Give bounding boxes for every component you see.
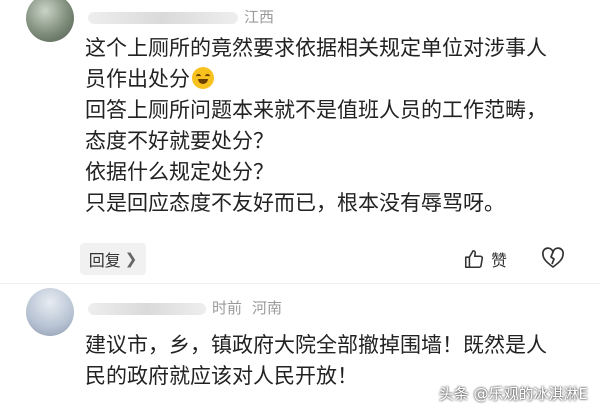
comment-line: 回答上厕所问题本来就不是值班人员的工作范畴， <box>85 98 547 122</box>
comment-line: 员作出处分 <box>85 64 585 95</box>
like-button[interactable]: 赞 <box>463 247 507 271</box>
comment-line: 这个上厕所的竟然要求依据相关规定单位对涉事人 <box>85 36 547 60</box>
comment-line: 只是回应态度不友好而已，根本没有辱骂呀。 <box>85 191 505 215</box>
comment-meta: 江西 <box>88 6 274 27</box>
broken-heart-icon <box>542 247 564 268</box>
avatar[interactable] <box>26 0 74 42</box>
reply-label: 回复 <box>88 251 121 270</box>
chevron-right-icon: ❯ <box>124 250 138 268</box>
reply-button[interactable]: 回复 ❯ <box>80 243 146 275</box>
time-label: 时前 <box>212 299 243 317</box>
comment-line: 依据什么规定处分？ <box>85 160 274 184</box>
comment-divider <box>0 283 600 284</box>
comment-text: 这个上厕所的竟然要求依据相关规定单位对涉事人 员作出处分 回答上厕所问题本来就不… <box>85 33 585 219</box>
location-label: 江西 <box>244 8 275 26</box>
location-label: 河南 <box>252 299 283 317</box>
comment-meta: 时前 河南 <box>88 297 282 318</box>
username-blurred <box>88 302 206 315</box>
dislike-button[interactable] <box>541 247 565 273</box>
comment-line: 建议市，乡，镇政府大院全部撤掉围墙！既然是人 <box>85 333 547 357</box>
comment-line: 态度不好就要处分？ <box>85 129 274 153</box>
like-label: 赞 <box>491 251 508 270</box>
username-blurred <box>88 11 238 24</box>
watermark: 头条 @乐观的冰淇淋E <box>438 385 588 403</box>
avatar[interactable] <box>26 288 74 336</box>
laughing-emoji-icon <box>192 67 214 89</box>
thumbs-up-icon <box>464 249 484 269</box>
